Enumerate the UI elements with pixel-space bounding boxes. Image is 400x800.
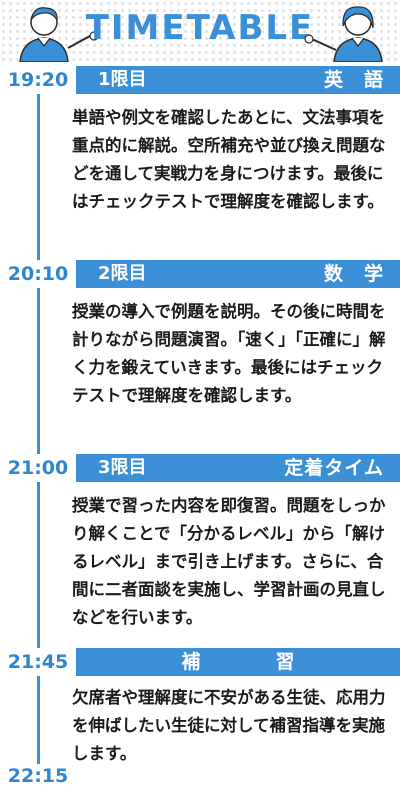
end-time: 22:15 xyxy=(0,764,76,788)
period-description: 単語や例文を確認したあとに、文法事項を重点的に解説。空所補充や並び換え問題などを… xyxy=(72,108,386,211)
period-description: 授業で習った内容を即復習。問題をしっかり解くことで「分かるレベル」から「解けるレ… xyxy=(72,496,386,627)
start-time: 19:20 xyxy=(0,66,76,94)
period-bar: 3限目 定着タイム xyxy=(76,454,400,482)
period-description: 授業の導入で例題を説明。その後に時間を計りながら問題演習。「速く」「正確に」解く… xyxy=(72,302,386,405)
start-time: 20:10 xyxy=(0,260,76,288)
period-label: 3限目 xyxy=(98,457,147,478)
period-bar: 1限目 英 語 xyxy=(76,66,400,94)
period-description: 欠席者や理解度に不安がある生徒、応用力を伸ばしたい生徒に対して補習指導を実施しま… xyxy=(72,688,386,763)
subject-label: 数 学 xyxy=(323,263,384,285)
subject-label: 定着タイム xyxy=(284,457,384,479)
subject-label: 英 語 xyxy=(323,69,384,91)
start-time: 21:45 xyxy=(0,648,76,676)
period-label: 1限目 xyxy=(98,69,147,90)
subject-label: 補 習 xyxy=(181,651,323,673)
period-label: 2限目 xyxy=(98,263,147,284)
period-bar: 2限目 数 学 xyxy=(76,260,400,288)
period-bar: 補 習 xyxy=(76,648,400,676)
female-student-illustration xyxy=(304,6,383,62)
start-time: 21:00 xyxy=(0,454,76,482)
header: TIMETABLE xyxy=(0,0,400,62)
